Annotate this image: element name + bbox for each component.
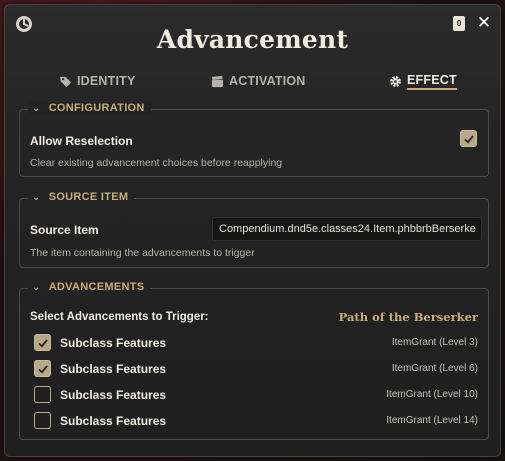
window-title: Advancement — [156, 25, 349, 54]
chevron-down-icon: ⌄ — [32, 102, 41, 114]
tab-activation-label: ACTIVATION — [229, 74, 306, 88]
checkmark-icon — [38, 339, 48, 348]
advancement-meta: ItemGrant (Level 6) — [391, 363, 478, 374]
source-item-label: Source Item — [30, 223, 99, 237]
source-item-legend-label: SOURCE ITEM — [48, 191, 129, 203]
advancement-meta: ItemGrant (Level 14) — [386, 415, 478, 426]
sheet-mode-button[interactable]: 0 — [453, 16, 465, 31]
advancement-checkbox[interactable] — [34, 334, 51, 351]
advancement-row[interactable]: Subclass Features ItemGrant (Level 14) — [34, 411, 478, 431]
tag-icon — [59, 76, 72, 87]
allow-reselection-checkbox[interactable] — [460, 130, 477, 147]
advancements-legend-label: ADVANCEMENTS — [48, 281, 145, 293]
chevron-down-icon: ⌄ — [32, 281, 41, 293]
close-button[interactable]: ✕ — [475, 13, 493, 32]
clapperboard-icon — [211, 75, 224, 87]
advancement-row[interactable]: Subclass Features ItemGrant (Level 3) — [34, 333, 478, 353]
advancements-legend[interactable]: ⌄ ADVANCEMENTS — [28, 281, 151, 293]
advancements-heading: Select Advancements to Trigger: — [30, 311, 209, 323]
allow-reselection-hint: Clear existing advancement choices befor… — [30, 157, 283, 169]
tab-bar: IDENTITY ACTIVATION EFFECT — [19, 69, 489, 95]
tab-identity[interactable]: IDENTITY — [59, 69, 136, 93]
configuration-legend[interactable]: ⌄ CONFIGURATION — [28, 102, 151, 114]
gear-icon — [390, 75, 401, 87]
tab-effect-label: EFFECT — [407, 73, 457, 90]
tab-identity-label: IDENTITY — [77, 74, 136, 88]
configuration-section: ⌄ CONFIGURATION Allow Reselection Clear … — [19, 102, 489, 177]
checkmark-icon — [38, 365, 48, 374]
advancement-row[interactable]: Subclass Features ItemGrant (Level 6) — [34, 359, 478, 379]
checkmark-icon — [464, 135, 474, 144]
advancements-section: ⌄ ADVANCEMENTS Select Advancements to Tr… — [19, 281, 489, 440]
advancement-checkbox[interactable] — [34, 386, 51, 403]
allow-reselection-label: Allow Reselection — [30, 134, 133, 148]
advancement-checkbox[interactable] — [34, 360, 51, 377]
source-item-section: ⌄ SOURCE ITEM Source Item Compendium.dnd… — [19, 191, 489, 268]
source-item-input[interactable]: Compendium.dnd5e.classes24.Item.phbbrbBe… — [212, 217, 482, 241]
advancement-label: Subclass Features — [60, 336, 167, 350]
configuration-legend-label: CONFIGURATION — [48, 102, 145, 114]
advancements-class-name: Path of the Berserker — [338, 310, 478, 324]
advancement-checkbox[interactable] — [34, 412, 51, 429]
tab-effect[interactable]: EFFECT — [389, 69, 457, 93]
advancement-label: Subclass Features — [60, 414, 167, 428]
advancement-row[interactable]: Subclass Features ItemGrant (Level 10) — [34, 385, 478, 405]
advancement-label: Subclass Features — [60, 388, 167, 402]
advancement-meta: ItemGrant (Level 3) — [391, 337, 478, 348]
advancement-label: Subclass Features — [60, 362, 167, 376]
chevron-down-icon: ⌄ — [32, 191, 41, 203]
tab-activation[interactable]: ACTIVATION — [211, 69, 306, 93]
advancement-meta: ItemGrant (Level 10) — [386, 389, 478, 400]
advancement-window: Advancement 0 ✕ IDENTITY ACTIVATION EFFE… — [4, 4, 501, 457]
source-item-legend[interactable]: ⌄ SOURCE ITEM — [28, 191, 135, 203]
source-item-hint: The item containing the advancements to … — [30, 247, 255, 259]
